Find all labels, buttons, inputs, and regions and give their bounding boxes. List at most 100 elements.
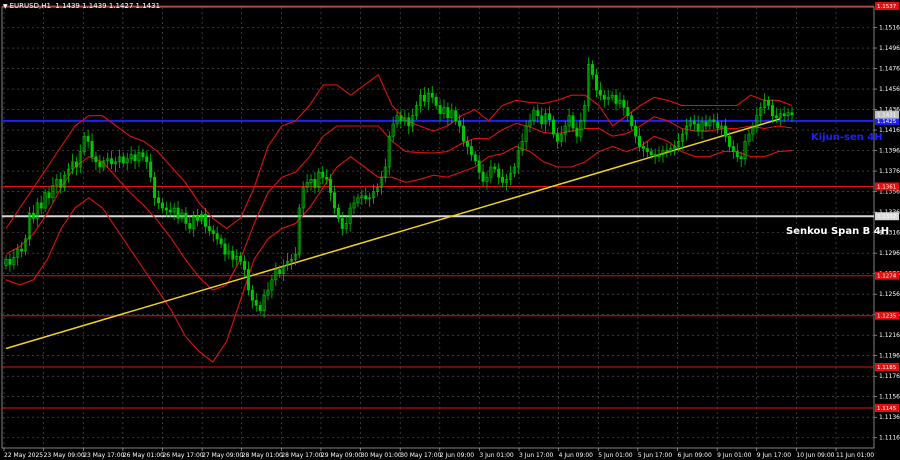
x-tick-label: 2 Jun 09:00 (440, 452, 474, 459)
candle-body (622, 100, 626, 108)
candle-body (90, 141, 94, 158)
plot-frame (1, 6, 875, 449)
candle-body (790, 112, 794, 115)
candle-body (215, 233, 219, 240)
y-tick-label: 1.1516 (879, 25, 900, 32)
candle-body (434, 96, 438, 106)
candle-body (207, 226, 211, 231)
candle-body (493, 166, 497, 170)
candle-body (422, 94, 426, 102)
y-tick-label: 1.1496 (879, 45, 900, 52)
candle-body (696, 123, 700, 132)
candle-body (94, 156, 98, 163)
candle-body (735, 151, 739, 158)
kijun-tag-label: 1.1425 (877, 119, 897, 125)
candle-body (536, 110, 540, 117)
candle-body (727, 135, 731, 147)
candle-body (630, 115, 634, 127)
candle-body (548, 113, 552, 121)
candle-body (133, 154, 137, 162)
current-price-tag-label: 1.1431 (877, 113, 896, 119)
x-tick-label: 23 May 17:00 (83, 452, 124, 459)
candle-body (203, 213, 207, 227)
candle-body (74, 161, 78, 168)
candle-body (641, 146, 645, 149)
price-level-tag-label: 1.1361 (877, 184, 896, 190)
x-tick-label: 30 May 17:00 (400, 452, 441, 459)
x-tick-label: 10 Jun 09:00 (796, 452, 834, 459)
candle-body (634, 125, 638, 137)
y-tick-label: 1.1176 (879, 373, 900, 380)
candle-body (20, 248, 24, 252)
candle-body (211, 230, 215, 234)
candle-body (336, 207, 340, 219)
candle-body (692, 120, 696, 125)
candle-body (168, 209, 172, 213)
axes: 1.15161.14961.14761.14561.14361.14161.13… (3, 1, 900, 459)
candle-body (110, 158, 114, 165)
candle-body (501, 176, 505, 183)
candle-body (438, 105, 442, 114)
x-tick-label: 27 May 09:00 (202, 452, 243, 459)
x-tick-label: 23 May 09:00 (44, 452, 85, 459)
candle-body (278, 269, 282, 274)
senkou-b-tag-label: 1.1332 (877, 214, 896, 220)
candle-body (782, 113, 786, 117)
candle-body (626, 107, 630, 117)
candle-body (164, 207, 168, 211)
candle-body (575, 127, 579, 137)
candle-body (184, 212, 188, 224)
candle-body (223, 243, 227, 255)
indicator-bands (5, 73, 793, 363)
candle-body (160, 202, 164, 209)
candle-body (59, 178, 63, 188)
x-tick-label: 26 May 17:00 (162, 452, 203, 459)
candle-body (716, 121, 720, 129)
candle-body (551, 119, 555, 135)
candle-body (188, 223, 192, 229)
x-tick-label: 3 Jun 17:00 (519, 452, 553, 459)
x-tick-label: 5 Jun 17:00 (638, 452, 672, 459)
candle-body (313, 178, 317, 188)
horizontal-levels (2, 5, 874, 409)
candle-body (399, 115, 403, 122)
symbol-label: EURUSD,H1 (9, 2, 51, 10)
candle-body (481, 171, 485, 182)
candle-body (254, 300, 258, 306)
candle-body (47, 192, 51, 199)
candle-body (649, 151, 653, 155)
candle-body (149, 161, 153, 178)
candle-body (465, 141, 469, 147)
candle-body (704, 121, 708, 127)
y-tick-label: 1.1116 (879, 435, 900, 442)
price-level-tag-label: 1.1274 (877, 274, 897, 280)
kijun-label: Kijun-sen 4H (811, 132, 883, 143)
candle-body (739, 156, 743, 160)
x-tick-label: 11 Jun 01:00 (836, 452, 874, 459)
candle-body (770, 105, 774, 117)
y-tick-label: 1.1456 (879, 86, 900, 93)
x-tick-label: 30 May 01:00 (361, 452, 402, 459)
candle-body (321, 171, 325, 178)
candle-body (39, 202, 43, 209)
candle-body (364, 195, 368, 200)
candle-body (731, 146, 735, 152)
candle-body (591, 64, 595, 75)
y-tick-label: 1.1396 (879, 148, 900, 155)
candle-body (157, 197, 161, 204)
candle-body (477, 160, 481, 173)
candle-body (454, 110, 458, 122)
y-tick-label: 1.1136 (879, 414, 900, 421)
collapse-triangle-icon[interactable]: ▼ (3, 3, 8, 10)
x-tick-label: 9 Jun 01:00 (717, 452, 751, 459)
senkou-label: Senkou Span B 4H (786, 226, 889, 237)
price-level-tag-label: 1.1235 (877, 314, 897, 320)
price-chart[interactable]: 1.15161.14961.14761.14561.14361.14161.13… (0, 0, 900, 460)
chart-header: ▼ EURUSD,H1 1.1439 1.1439 1.1427 1.1431 (3, 2, 160, 10)
y-tick-label: 1.1216 (879, 332, 900, 339)
candle-body (98, 161, 102, 168)
candle-body (555, 133, 559, 142)
candle-body (176, 207, 180, 219)
x-tick-label: 28 May 01:00 (242, 452, 283, 459)
upper-band (5, 73, 793, 230)
